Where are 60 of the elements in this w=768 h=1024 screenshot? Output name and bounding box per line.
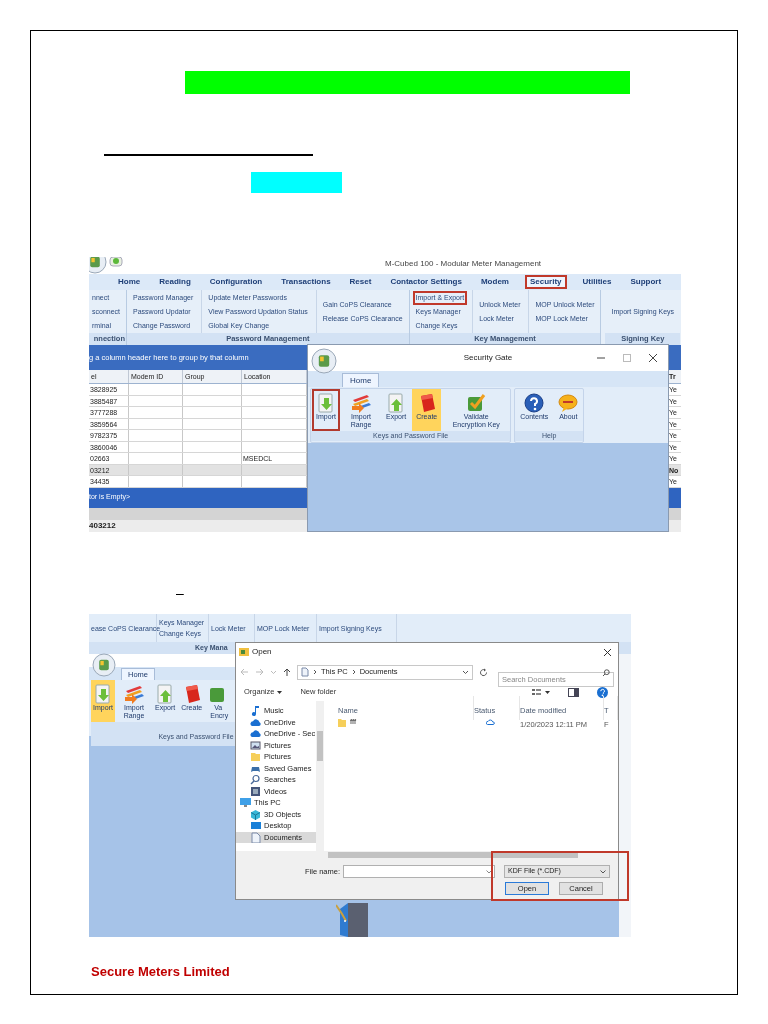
caret-icon (270, 668, 277, 676)
dialog-title: Security Gate (463, 352, 513, 364)
footer-text: Secure Meters Limited (91, 963, 230, 981)
caret-icon (462, 669, 469, 675)
menu-tab[interactable]: Reading (156, 275, 194, 289)
checkmark-icon (466, 393, 487, 413)
view-options-icon (532, 688, 550, 696)
menu-tab[interactable]: Utilities (579, 275, 615, 289)
help-icon (524, 393, 545, 413)
pane-icon (568, 687, 579, 697)
chevron-icon (351, 669, 356, 675)
menu-tab[interactable]: Transactions (278, 275, 334, 289)
close-icon (603, 647, 612, 657)
menu-tab[interactable]: Security (524, 275, 567, 289)
document-icon (250, 831, 261, 843)
cloud-icon (250, 728, 261, 740)
menu-tab[interactable]: Configuration (206, 275, 266, 289)
search-icon (602, 668, 610, 677)
file-name-field[interactable] (343, 865, 495, 878)
cloud-icon (250, 716, 261, 728)
stripes-arrow-icon (124, 684, 144, 704)
desktop-icon (250, 820, 261, 832)
document-icon (301, 667, 309, 677)
menu-tab[interactable]: Reset (346, 275, 375, 289)
ribbon-tab[interactable]: Home (342, 373, 380, 387)
toolbar-icon (109, 257, 123, 267)
refresh-icon (479, 667, 488, 677)
scrollbar[interactable] (316, 701, 324, 851)
window-title: M-Cubed 100 - Modular Meter Management (385, 259, 542, 269)
dialog-title: Open (252, 646, 272, 658)
status-value: 403212 (89, 520, 116, 532)
close-icon (648, 353, 658, 363)
caret-icon (600, 869, 606, 874)
monitor-icon (240, 797, 251, 809)
picture-icon (250, 739, 261, 751)
music-note-icon (250, 705, 261, 717)
help-icon (597, 686, 608, 698)
speech-bubble-icon (558, 393, 579, 413)
dash-text: – (176, 584, 184, 603)
cloud-icon (486, 719, 495, 725)
back-icon (240, 668, 249, 676)
caret-icon (277, 690, 283, 694)
forward-icon (255, 668, 264, 676)
folder-icon (250, 751, 261, 763)
maximize-icon (622, 353, 632, 363)
menu-tab[interactable]: Contactor Settings (387, 275, 465, 289)
up-icon (283, 667, 291, 677)
chevron-icon (313, 669, 317, 675)
app-orb-icon (311, 348, 337, 374)
menu-tab[interactable]: Support (627, 275, 665, 289)
stripes-arrow-icon (351, 393, 371, 413)
menu-tab[interactable]: Home (115, 275, 144, 289)
app-icon (239, 647, 249, 657)
film-icon (250, 785, 261, 797)
caret-icon (486, 869, 492, 874)
scrollbar[interactable] (328, 852, 578, 858)
folder-icon (338, 717, 346, 727)
search-icon (250, 774, 261, 786)
cube-icon (250, 808, 261, 820)
menu-tab[interactable]: Modem (477, 275, 512, 289)
